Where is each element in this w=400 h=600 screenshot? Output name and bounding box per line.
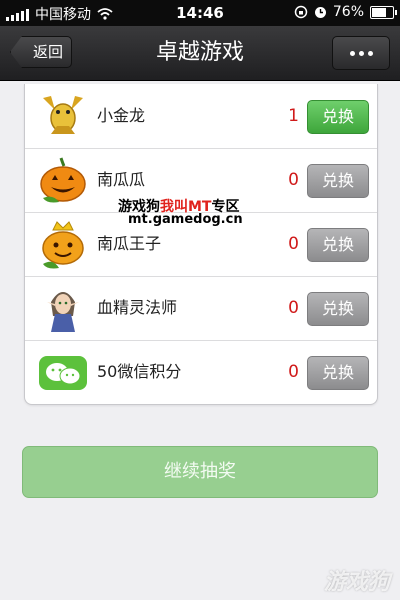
page-title: 卓越游戏 xyxy=(155,40,244,65)
item-count: 0 xyxy=(288,362,299,382)
corner-watermark: 游戏狗 xyxy=(323,570,390,595)
rotation-lock-icon xyxy=(294,5,308,19)
alarm-icon xyxy=(314,6,326,18)
nav-bar: 返回 卓越游戏 xyxy=(0,26,400,81)
battery-icon xyxy=(370,5,397,19)
item-name: 50微信积分 xyxy=(97,362,182,381)
watermark-url: mt.gamedog.cn xyxy=(128,212,243,227)
golden-dragon-icon xyxy=(43,96,83,134)
item-count: 0 xyxy=(288,170,299,190)
continue-draw-button[interactable]: 继续抽奖 xyxy=(22,446,378,498)
list-item: 50微信积分 0 兑换 xyxy=(25,340,377,404)
redeem-button[interactable]: 兑换 xyxy=(307,292,369,326)
status-bar: 中国移动 14:46 76% xyxy=(0,0,400,26)
redeem-button[interactable]: 兑换 xyxy=(307,228,369,262)
redeem-button[interactable]: 兑换 xyxy=(307,356,369,390)
list-item: 小金龙 1 兑换 xyxy=(25,84,377,149)
pumpkin-prince-icon xyxy=(42,221,84,269)
redeem-button[interactable]: 兑换 xyxy=(307,164,369,198)
back-button[interactable]: 返回 xyxy=(10,36,72,68)
list-item: 血精灵法师 0 兑换 xyxy=(25,276,377,341)
redeem-button[interactable]: 兑换 xyxy=(307,100,369,134)
more-button[interactable] xyxy=(332,36,390,70)
item-name: 血精灵法师 xyxy=(97,298,178,317)
item-count: 1 xyxy=(288,106,299,126)
pumpkin-icon xyxy=(40,157,86,203)
item-count: 0 xyxy=(288,298,299,318)
more-dots-icon xyxy=(349,50,355,56)
wechat-icon xyxy=(39,356,87,390)
battery-percent: 76% xyxy=(332,4,364,20)
prize-list: 小金龙 1 兑换 南瓜瓜 0 兑换 南瓜王子 0 兑换 血精灵法师 0 兑换 5… xyxy=(24,84,378,405)
item-name: 小金龙 xyxy=(97,106,146,125)
blood-elf-mage-icon xyxy=(47,292,79,332)
item-count: 0 xyxy=(288,234,299,254)
